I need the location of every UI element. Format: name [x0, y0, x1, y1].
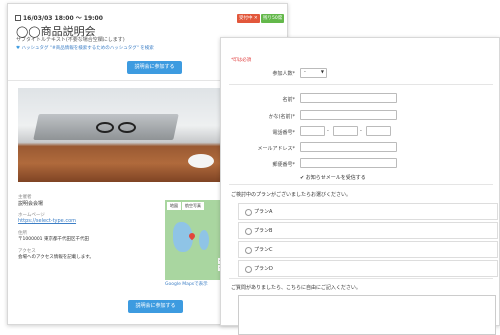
- participants-label: 参加人数*: [272, 71, 295, 77]
- plan-option-c[interactable]: プランC: [238, 241, 498, 258]
- radio-icon: [245, 209, 252, 216]
- close-icon: ✕: [252, 16, 258, 21]
- organizer-value: 説明会会場: [18, 201, 44, 207]
- kana-field[interactable]: [300, 110, 397, 120]
- access-value: 会場へのアクセス情報を記載します。: [18, 255, 94, 260]
- event-photo: [18, 88, 228, 182]
- radio-icon: [245, 228, 252, 235]
- event-subtitle: サブタイトルテキスト(不要な場合空欄にします): [16, 37, 125, 43]
- homepage-link[interactable]: https://select-type.com: [18, 218, 76, 224]
- comment-textarea[interactable]: [238, 295, 496, 335]
- plan-question: ご検討中のプランがございましたらお選びください。: [231, 192, 352, 198]
- divider: [229, 84, 493, 85]
- chevron-down-icon: ▼: [320, 69, 324, 74]
- phone-field-2[interactable]: [333, 126, 358, 136]
- phone-separator: -: [360, 128, 362, 134]
- map-type-button[interactable]: 地図: [167, 202, 181, 210]
- phone-separator: -: [327, 128, 329, 134]
- name-label: 名前*: [282, 97, 295, 103]
- hashtag-link[interactable]: ♥ ハッシュタグ "#商品情報を検索するためのハッシュタグ" を検索: [16, 45, 154, 51]
- mouse-image: [188, 154, 214, 168]
- status-badge-remaining: 残り50席: [261, 14, 285, 23]
- required-note: *印は必須: [231, 58, 252, 63]
- address-value: 〒1000001 東京都千代田区千代田: [18, 237, 89, 242]
- twitter-icon: ♥: [16, 46, 21, 51]
- phone-field-3[interactable]: [366, 126, 391, 136]
- phone-field-1[interactable]: [300, 126, 325, 136]
- radio-icon: [245, 266, 252, 273]
- plan-option-d[interactable]: プランD: [238, 260, 498, 277]
- map-water: [199, 230, 209, 250]
- plan-option-b[interactable]: プランB: [238, 222, 498, 239]
- satellite-button[interactable]: 航空写真: [182, 202, 204, 210]
- divider: [229, 278, 493, 279]
- application-form-panel: *印は必須 参加人数* - ▼ 名前* かな(名前)* 電話番号* - - メー…: [220, 37, 500, 335]
- kana-label: かな(名前)*: [268, 114, 295, 120]
- name-field[interactable]: [300, 93, 397, 103]
- radio-icon: [245, 247, 252, 254]
- email-label: メールアドレス*: [257, 146, 295, 152]
- newsletter-checkbox[interactable]: ✔ お知らせメールを受信する: [300, 174, 366, 181]
- apply-button-top[interactable]: 説明会に参加する: [127, 61, 182, 74]
- plan-option-a[interactable]: プランA: [238, 203, 498, 220]
- google-map[interactable]: 地図 航空写真 + −: [165, 200, 226, 280]
- phone-label: 電話番号*: [272, 130, 295, 136]
- glasses-image: [96, 122, 140, 134]
- zip-field[interactable]: [300, 158, 397, 168]
- google-maps-link[interactable]: Google Mapsで表示: [165, 281, 208, 287]
- event-date: 16/03/03 18:00 ～ 19:00: [23, 15, 103, 22]
- divider: [229, 184, 493, 185]
- checkmark-icon: ✔: [300, 175, 305, 181]
- zip-label: 郵便番号*: [272, 162, 295, 168]
- comment-question: ご質問がありましたら、こちらに自由にご記入ください。: [231, 285, 361, 291]
- email-field[interactable]: [300, 142, 397, 152]
- participants-select[interactable]: - ▼: [300, 68, 327, 78]
- calendar-icon: [15, 15, 21, 21]
- apply-button-bottom[interactable]: 説明会に参加する: [128, 300, 183, 313]
- status-badge-accepting: 受付中 ✕: [237, 14, 260, 23]
